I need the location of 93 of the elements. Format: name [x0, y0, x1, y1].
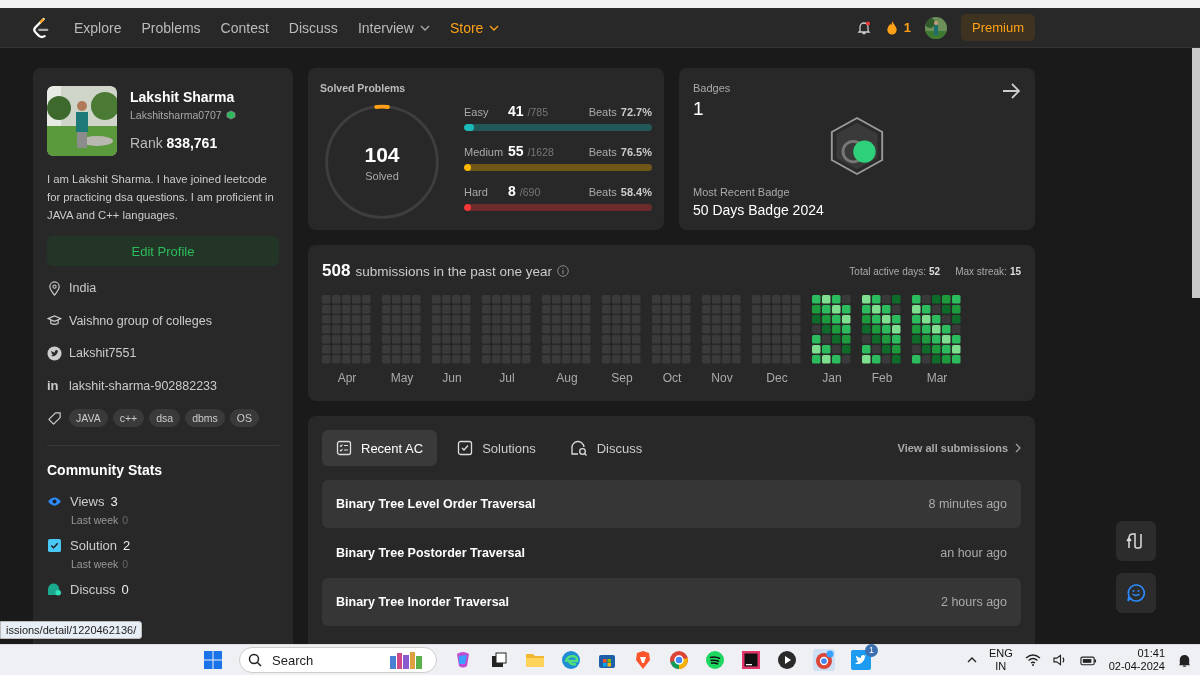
difficulty-label: Medium	[464, 146, 505, 158]
stat-label: Total active days:	[849, 265, 927, 277]
solved-count: 8	[508, 183, 516, 199]
view-all-link[interactable]: View all submissions	[897, 442, 1021, 454]
submission-title: Binary Tree Postorder Traversal	[336, 546, 525, 560]
solved-total: 104	[364, 142, 400, 167]
submission-row[interactable]: Binary Tree Inorder Traversal 2 hours ago	[322, 578, 1021, 626]
submission-count: 508	[322, 261, 351, 281]
nav-link[interactable]: Explore	[74, 19, 122, 36]
submission-title: Binary Tree Inorder Traversal	[336, 595, 509, 609]
skill-tag[interactable]: c++	[112, 409, 145, 428]
solved-count: 55	[508, 143, 524, 159]
stat-label: Max streak:	[955, 265, 1007, 277]
total-count: /690	[519, 186, 541, 198]
beats-label: Beats	[588, 106, 617, 118]
skill-tag[interactable]: dsa	[149, 409, 181, 428]
difficulty-label: Easy	[464, 106, 490, 118]
nav-link[interactable]: Store	[449, 19, 500, 36]
beats-percent: 72.7%	[620, 106, 652, 118]
edit-profile-button[interactable]: Edit Profile	[47, 236, 279, 266]
skill-tag[interactable]: OS	[229, 409, 259, 428]
stat-value: 3	[110, 493, 118, 509]
month-label: May	[390, 371, 414, 385]
badge-count: 1	[693, 98, 705, 120]
difficulty-label: Hard	[464, 186, 489, 198]
stat-label: Solution	[70, 537, 117, 553]
month-label: Aug	[556, 371, 578, 385]
stat-label: Discuss	[70, 581, 116, 597]
beats-label: Beats	[588, 186, 617, 198]
bio-text: I am Lakshit Sharma. I have joined leetcode for practicing dsa questions. I am proficient in JAVA and C++ languages.	[47, 172, 275, 223]
month-label: Jan	[822, 371, 842, 385]
beats-percent: 76.5%	[620, 146, 652, 158]
month-label: Apr	[337, 371, 357, 385]
region-indicator[interactable]: IN	[995, 660, 1007, 673]
month-label: Feb	[871, 371, 893, 385]
skill-tag[interactable]: JAVA	[69, 409, 108, 428]
taskbar-search-field[interactable]: Search	[239, 647, 437, 673]
streak-counter[interactable]: 1	[885, 20, 911, 35]
submission-time: 2 hours ago	[940, 595, 1007, 609]
profile-link[interactable]: lakshit-sharma-902882233	[69, 378, 217, 393]
total-count: /1628	[527, 146, 554, 158]
linkedin-icon: in	[47, 378, 62, 394]
tab[interactable]: Solutions	[443, 430, 550, 466]
stat-sub-label: Last week	[71, 513, 119, 526]
beats-percent: 58.4%	[620, 186, 652, 198]
recent-badge-label: Most Recent Badge	[693, 186, 791, 198]
stat-value: 15	[1009, 265, 1021, 277]
month-label: Sep	[611, 371, 633, 385]
profile-name: Lakshit Sharma	[130, 89, 236, 105]
tab[interactable]: Recent AC	[322, 430, 438, 466]
premium-button[interactable]: Premium	[961, 14, 1035, 41]
nav-link[interactable]: Discuss	[288, 19, 338, 36]
month-label: Nov	[711, 371, 733, 385]
submission-row[interactable]: Binary Tree Level Order Traversal 8 minutes ago	[322, 480, 1021, 528]
submission-time: an hour ago	[940, 546, 1007, 560]
month-label: Oct	[662, 371, 682, 385]
recent-badge-name: 50 Days Badge 2024	[693, 202, 825, 218]
stat-value: 0	[121, 581, 129, 597]
rank: Rank 838,761	[130, 135, 219, 151]
submission-row[interactable]: Binary Tree Postorder Traversal an hour ago	[322, 529, 1021, 577]
stat-value: 52	[929, 265, 941, 277]
notification-badge: 1	[865, 644, 878, 657]
section-title: Community Stats	[47, 461, 164, 478]
month-label: Jul	[499, 371, 515, 385]
status-bar-url: issions/detail/1220462136/	[0, 621, 143, 639]
username: Lakshitsharma0707	[130, 109, 222, 121]
card-title: Badges	[693, 82, 731, 94]
skill-tag[interactable]: dbms	[185, 409, 225, 428]
beats-label: Beats	[588, 146, 617, 158]
stat-label: Views	[70, 493, 105, 509]
nav-link[interactable]: Contest	[220, 19, 269, 36]
card-title: Solved Problems	[320, 82, 407, 94]
clock-time[interactable]: 01:41	[1137, 647, 1165, 660]
solved-label: Solved	[365, 169, 399, 182]
month-label: Mar	[926, 371, 948, 385]
solved-count: 41	[508, 103, 524, 119]
search-placeholder: Search	[272, 652, 314, 668]
nav-link[interactable]: Interview	[357, 19, 430, 36]
month-label: Dec	[766, 371, 788, 385]
language-indicator[interactable]: ENG	[988, 647, 1013, 660]
total-count: /785	[527, 106, 548, 118]
submission-time: 8 minutes ago	[928, 497, 1007, 511]
clock-date[interactable]: 02-04-2024	[1108, 660, 1165, 673]
submission-caption: submissions in the past one year	[355, 263, 552, 279]
stat-value: 2	[123, 537, 131, 553]
nav-link[interactable]: Problems	[141, 19, 201, 36]
month-label: Jun	[442, 371, 462, 385]
tab[interactable]: Discuss	[555, 430, 657, 466]
stat-sub-label: Last week	[71, 557, 119, 570]
profile-info-text: Vaishno group of colleges	[69, 313, 212, 328]
submission-title: Binary Tree Level Order Traversal	[336, 497, 536, 511]
profile-info-text: India	[69, 281, 97, 296]
profile-link[interactable]: Lakshit7551	[69, 346, 137, 361]
